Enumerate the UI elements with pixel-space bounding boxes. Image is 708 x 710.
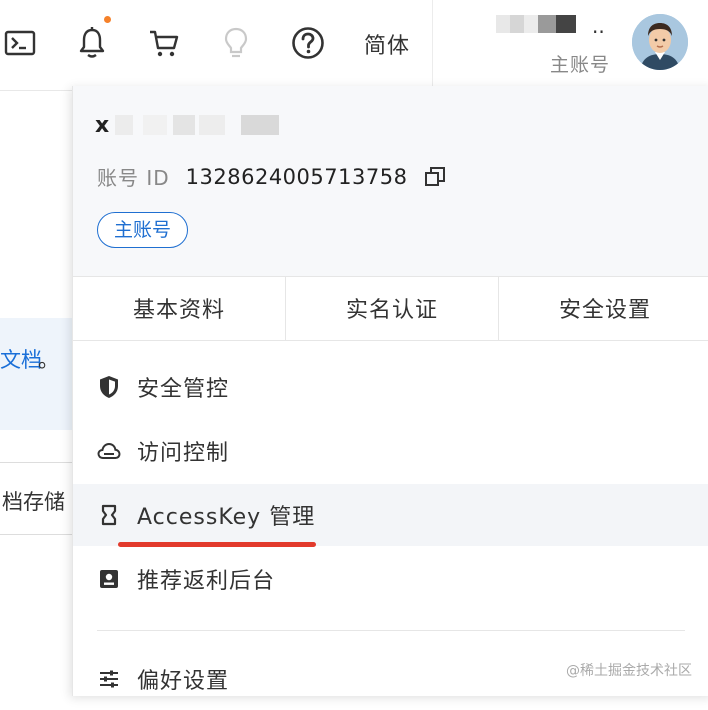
row-divider: [0, 462, 72, 463]
account-name: x: [95, 110, 280, 140]
docs-link[interactable]: 文档: [0, 344, 42, 374]
menu-item-access-control[interactable]: 访问控制: [73, 420, 708, 482]
user-name-redacted: [496, 14, 606, 34]
copy-icon[interactable]: [423, 165, 447, 189]
redacted-block: [143, 115, 168, 135]
menu-item-accesskey-management[interactable]: AccessKey 管理: [73, 484, 708, 546]
shield-icon: [97, 375, 121, 399]
key-icon: [97, 503, 121, 527]
menu-item-security-control[interactable]: 安全管控: [73, 356, 708, 418]
menu-item-referral-rebate[interactable]: 推荐返利后台: [73, 548, 708, 610]
account-id-label: 账号 ID: [97, 166, 170, 190]
help-icon[interactable]: [290, 24, 326, 62]
menu-item-label: 推荐返利后台: [137, 569, 276, 594]
role-badge: 主账号: [97, 212, 189, 248]
storage-row-text: 档存储: [2, 490, 65, 514]
tab-security-settings[interactable]: 安全设置: [499, 276, 708, 340]
top-navbar: 简体 .. 主账号: [0, 0, 708, 91]
menu-item-label: 访问控制: [137, 441, 230, 466]
user-name-suffix: ..: [592, 14, 605, 38]
account-dropdown: x 账号 ID 1328624005713758 主账号 基本资料 实名认证 安…: [72, 86, 708, 696]
notice-period: 。: [38, 348, 59, 372]
language-switcher[interactable]: 简体: [364, 28, 410, 60]
account-id-value: 1328624005713758: [185, 164, 408, 189]
terminal-icon[interactable]: [2, 24, 38, 62]
menu-item-label: 安全管控: [137, 377, 230, 402]
user-role-label: 主账号: [550, 54, 611, 76]
bulb-icon[interactable]: [218, 24, 254, 62]
redacted-block: [115, 115, 134, 135]
notification-dot: [104, 16, 111, 23]
avatar[interactable]: [632, 14, 688, 70]
cart-icon[interactable]: [146, 24, 182, 62]
tab-basic-info[interactable]: 基本资料: [73, 276, 286, 340]
menu-divider: [97, 630, 685, 631]
tab-real-name-auth[interactable]: 实名认证: [286, 276, 499, 340]
highlight-underline: [118, 542, 316, 547]
topbar-divider: [432, 0, 433, 90]
redacted-block: [173, 115, 196, 135]
bell-icon[interactable]: [74, 24, 110, 62]
account-summary: x 账号 ID 1328624005713758 主账号: [73, 86, 708, 277]
row-divider: [0, 534, 72, 535]
redacted-block: [241, 115, 280, 135]
account-tabs: 基本资料 实名认证 安全设置: [73, 276, 708, 341]
dashboard-icon: [97, 567, 121, 591]
menu-item-label: 偏好设置: [137, 669, 230, 694]
watermark: @稀土掘金技术社区: [566, 663, 692, 679]
sliders-icon: [97, 667, 121, 691]
redacted-block: [199, 115, 226, 135]
menu-item-label: AccessKey 管理: [137, 505, 316, 530]
notice-banner: [0, 318, 72, 430]
account-name-initial: x: [95, 112, 110, 138]
cloud-icon: [97, 439, 121, 463]
account-id-row: 账号 ID 1328624005713758: [97, 162, 447, 191]
